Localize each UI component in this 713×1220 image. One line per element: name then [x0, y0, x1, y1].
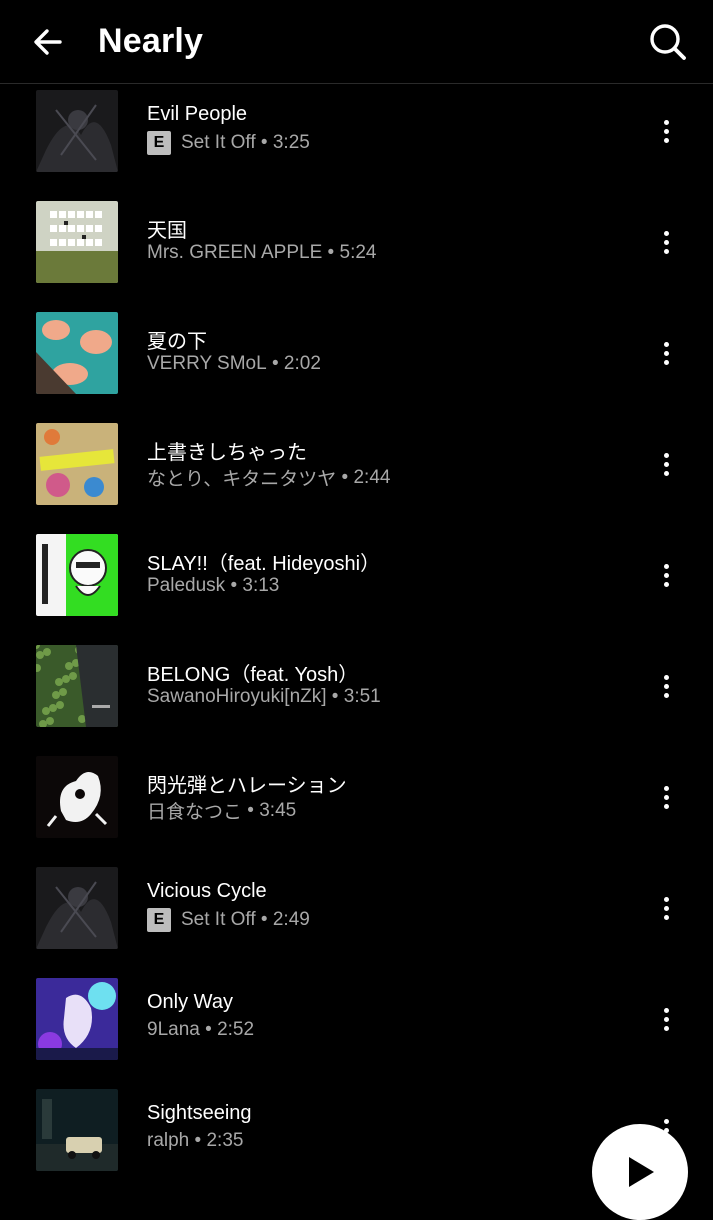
song-duration: 5:24 — [339, 242, 377, 263]
song-duration: 2:49 — [272, 909, 310, 930]
song-artist: なとり、キタニタツヤ — [147, 469, 337, 490]
more-options-button[interactable] — [652, 664, 680, 708]
song-title: 夏の下 — [147, 331, 207, 353]
song-duration: 2:52 — [217, 1019, 255, 1040]
song-title: BELONG（feat. Yosh） — [147, 664, 359, 686]
song-row[interactable]: Evil People E Set It Off • 3:25 — [0, 85, 713, 196]
explicit-badge: E — [147, 131, 171, 155]
song-title: Sightseeing — [147, 1102, 252, 1124]
album-art — [36, 1089, 118, 1171]
song-row[interactable]: SLAY!!（feat. Hideyoshi） Paledusk • 3:13 — [0, 529, 713, 640]
album-art — [36, 534, 118, 616]
song-meta: ralph • 2:35 — [147, 1130, 243, 1152]
song-duration: 3:51 — [343, 686, 381, 707]
more-vert-icon — [663, 119, 669, 143]
song-artist: VERRY SMoL — [147, 353, 267, 374]
song-artist: SawanoHiroyuki[nZk] — [147, 686, 327, 707]
more-vert-icon — [663, 563, 669, 587]
meta-separator: • — [242, 799, 260, 821]
more-options-button[interactable] — [652, 553, 680, 597]
song-meta: なとり、キタニタツヤ • 2:44 — [147, 464, 390, 491]
more-options-button[interactable] — [652, 220, 680, 264]
song-row[interactable]: Only Way 9Lana • 2:52 — [0, 973, 713, 1084]
song-duration: 3:45 — [259, 799, 297, 821]
song-duration: 3:13 — [242, 575, 280, 596]
song-artist: Set It Off — [181, 909, 256, 930]
song-duration: 2:44 — [353, 466, 391, 488]
song-row[interactable]: 閃光弾とハレーション 日食なつこ • 3:45 — [0, 751, 713, 862]
explicit-badge: E — [147, 908, 171, 932]
song-meta: Mrs. GREEN APPLE • 5:24 — [147, 242, 376, 264]
more-vert-icon — [663, 674, 669, 698]
arrow-left-icon — [34, 29, 62, 55]
song-artist: ralph — [147, 1130, 190, 1151]
more-vert-icon — [663, 452, 669, 476]
song-title: Vicious Cycle — [147, 880, 267, 902]
song-row[interactable]: 天国 Mrs. GREEN APPLE • 5:24 — [0, 196, 713, 307]
album-art — [36, 867, 118, 949]
meta-separator: • — [255, 909, 273, 930]
more-options-button[interactable] — [652, 775, 680, 819]
song-duration: 2:02 — [283, 353, 321, 374]
song-meta: SawanoHiroyuki[nZk] • 3:51 — [147, 686, 381, 708]
song-duration: 3:25 — [272, 132, 310, 153]
search-button[interactable] — [644, 18, 692, 66]
song-artist: Paledusk — [147, 575, 226, 596]
song-meta: E Set It Off • 2:49 — [147, 908, 310, 932]
song-meta: 日食なつこ • 3:45 — [147, 797, 296, 824]
song-title: Only Way — [147, 991, 233, 1013]
album-art — [36, 201, 118, 283]
song-row[interactable]: BELONG（feat. Yosh） SawanoHiroyuki[nZk] • … — [0, 640, 713, 751]
top-app-bar: Nearly — [0, 0, 713, 84]
album-art — [36, 312, 118, 394]
song-artist: 9Lana — [147, 1019, 200, 1040]
more-vert-icon — [663, 341, 669, 365]
more-options-button[interactable] — [652, 442, 680, 486]
song-meta: E Set It Off • 3:25 — [147, 131, 310, 155]
back-button[interactable] — [26, 20, 70, 64]
album-art — [36, 645, 118, 727]
meta-separator: • — [189, 1130, 207, 1151]
album-art — [36, 90, 118, 172]
song-row[interactable]: Vicious Cycle E Set It Off • 2:49 — [0, 862, 713, 973]
album-art — [36, 756, 118, 838]
song-title: Evil People — [147, 103, 248, 125]
more-vert-icon — [663, 896, 669, 920]
more-vert-icon — [663, 1007, 669, 1031]
meta-separator: • — [266, 353, 284, 374]
song-meta: Paledusk • 3:13 — [147, 575, 279, 597]
meta-separator: • — [199, 1019, 218, 1040]
song-title: 上書きしちゃった — [147, 442, 307, 464]
more-vert-icon — [663, 785, 669, 809]
more-options-button[interactable] — [652, 886, 680, 930]
meta-separator: • — [225, 575, 243, 596]
more-options-button[interactable] — [652, 109, 680, 153]
album-art — [36, 978, 118, 1060]
play-icon — [629, 1157, 654, 1187]
more-vert-icon — [663, 230, 669, 254]
meta-separator: • — [322, 242, 340, 263]
song-title: 天国 — [147, 220, 187, 242]
album-art — [36, 423, 118, 505]
search-icon — [650, 24, 686, 60]
song-meta: VERRY SMoL • 2:02 — [147, 353, 321, 375]
song-artist: 日食なつこ — [147, 802, 243, 823]
meta-separator: • — [255, 132, 273, 153]
song-artist: Set It Off — [181, 132, 256, 153]
song-duration: 2:35 — [206, 1130, 244, 1151]
meta-separator: • — [336, 466, 354, 488]
song-row[interactable]: 夏の下 VERRY SMoL • 2:02 — [0, 307, 713, 418]
song-artist: Mrs. GREEN APPLE — [147, 242, 323, 263]
song-row[interactable]: 上書きしちゃった なとり、キタニタツヤ • 2:44 — [0, 418, 713, 529]
song-meta: 9Lana • 2:52 — [147, 1019, 254, 1041]
song-title: 閃光弾とハレーション — [147, 775, 347, 797]
page-title: Nearly — [98, 22, 204, 60]
play-button[interactable] — [592, 1124, 688, 1220]
more-options-button[interactable] — [652, 997, 680, 1041]
song-title: SLAY!!（feat. Hideyoshi） — [147, 553, 381, 575]
meta-separator: • — [326, 686, 344, 707]
more-options-button[interactable] — [652, 331, 680, 375]
